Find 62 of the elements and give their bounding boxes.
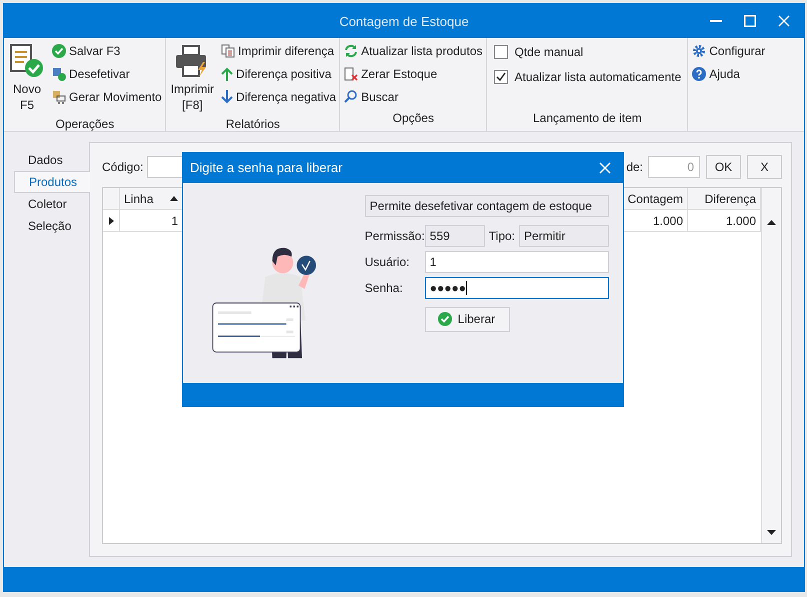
dialog-button[interactable]: X bbox=[747, 155, 782, 179]
ribbon-button[interactable]: Zerar Estoque bbox=[343, 64, 484, 84]
check-circle-icon bbox=[52, 44, 66, 58]
type-field: Permitir bbox=[519, 224, 609, 247]
ribbon-button[interactable]: Ajuda bbox=[691, 64, 766, 84]
field-label: Senha: bbox=[364, 280, 404, 295]
ribbon-button[interactable]: Buscar bbox=[343, 87, 484, 107]
ribbon-button[interactable]: Desefetivar bbox=[51, 64, 163, 84]
ribbon-button[interactable]: Salvar F3 bbox=[51, 41, 163, 61]
report-pages-icon bbox=[221, 44, 236, 58]
window-title: Contagem de Estoque bbox=[339, 14, 469, 28]
ribbon-large-button[interactable]: Novo F5 bbox=[7, 41, 47, 115]
arrow-down-icon bbox=[221, 90, 234, 104]
maximize-icon[interactable] bbox=[744, 15, 756, 27]
scrollbar[interactable] bbox=[761, 188, 781, 543]
field-label: de: bbox=[626, 160, 643, 174]
check-circle-icon bbox=[438, 312, 452, 326]
code-field[interactable] bbox=[147, 156, 182, 178]
ribbon-button[interactable]: Atualizar lista produtos bbox=[343, 41, 484, 61]
help-icon bbox=[692, 67, 706, 81]
checkbox[interactable]: Qtde manual bbox=[490, 41, 686, 63]
scroll-up-icon[interactable] bbox=[767, 220, 776, 225]
boxes-cart-icon bbox=[52, 90, 66, 104]
sort-up-icon bbox=[170, 196, 178, 201]
close-icon[interactable] bbox=[599, 162, 611, 174]
tab[interactable]: Dados bbox=[14, 149, 89, 171]
group-label: Opções bbox=[392, 110, 435, 127]
description-field: Permite desefetivar contagem de estoque bbox=[364, 194, 609, 217]
close-icon[interactable] bbox=[778, 15, 790, 27]
refresh-icon bbox=[344, 44, 358, 58]
tab[interactable]: Produtos bbox=[14, 171, 90, 193]
ribbon-button[interactable]: Gerar Movimento bbox=[51, 87, 163, 107]
field-label: Usuário: bbox=[364, 254, 410, 269]
dialog-button[interactable]: OK bbox=[706, 155, 741, 179]
ribbon-button[interactable]: Diferença negativa bbox=[220, 87, 338, 107]
group-label: Relatórios bbox=[224, 116, 281, 133]
password-field[interactable]: ●●●●● bbox=[424, 276, 609, 299]
group-label: Lançamento de item bbox=[532, 110, 643, 127]
page-delete-icon bbox=[344, 67, 358, 81]
row-pointer-icon bbox=[108, 216, 114, 224]
document-check-icon bbox=[9, 43, 45, 79]
permission-field: 559 bbox=[424, 224, 485, 247]
release-button[interactable]: Liberar bbox=[424, 306, 510, 332]
tab[interactable]: Seleção bbox=[14, 215, 89, 237]
tab[interactable]: Coletor bbox=[14, 193, 89, 215]
user-field[interactable]: 1 bbox=[424, 250, 609, 273]
field-label: Código: bbox=[102, 160, 144, 174]
quantity-field[interactable]: 0 bbox=[648, 156, 700, 178]
ribbon-large-button[interactable]: Imprimir [F8] bbox=[168, 41, 216, 115]
settings-icon bbox=[692, 44, 706, 58]
checkmark-icon bbox=[496, 72, 506, 82]
cube-check-icon bbox=[52, 67, 66, 81]
field-label: Tipo: bbox=[488, 228, 515, 243]
checkbox[interactable]: Atualizar lista automaticamente bbox=[490, 66, 686, 88]
group-label: Operações bbox=[54, 116, 116, 133]
ribbon-button[interactable]: Configurar bbox=[691, 41, 766, 61]
scroll-down-icon[interactable] bbox=[767, 530, 776, 535]
search-icon bbox=[344, 90, 358, 104]
dialog-title: Digite a senha para liberar bbox=[190, 160, 342, 176]
ribbon-button[interactable]: Diferença positiva bbox=[220, 64, 338, 84]
ribbon-button[interactable]: Imprimir diferença bbox=[220, 41, 338, 61]
arrow-up-icon bbox=[221, 67, 234, 81]
